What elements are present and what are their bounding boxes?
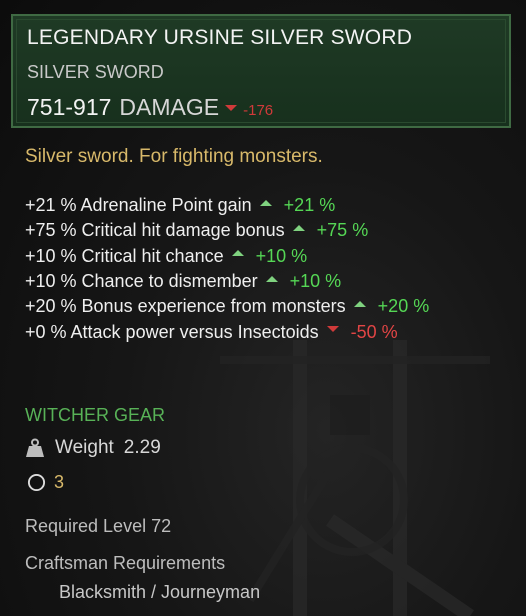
item-name: LEGENDARY URSINE SILVER SWORD xyxy=(27,26,413,49)
stat-row: +21 % Adrenaline Point gain +21 % xyxy=(25,193,429,218)
item-header: LEGENDARY URSINE SILVER SWORD SILVER SWO… xyxy=(11,14,511,128)
triangle-down-icon xyxy=(225,105,238,111)
damage-value: 751-917 xyxy=(27,94,112,120)
triangle-up-icon xyxy=(231,250,244,257)
damage-label: DAMAGE xyxy=(119,94,220,120)
slots-value: 3 xyxy=(54,472,65,492)
stat-diff: +21 % xyxy=(283,195,336,216)
stat-row: +10 % Critical hit chance +10 % xyxy=(25,244,429,269)
weight-icon xyxy=(26,438,44,457)
craftsman-requirements-value: Blacksmith / Journeyman xyxy=(59,582,261,602)
triangle-up-icon xyxy=(353,300,366,307)
required-level: Required Level 72 xyxy=(25,516,172,536)
stat-diff: +10 % xyxy=(255,245,308,266)
item-tooltip: LEGENDARY URSINE SILVER SWORD SILVER SWO… xyxy=(0,0,526,616)
weight-row: Weight 2.29 xyxy=(25,437,161,459)
damage-diff: -176 xyxy=(243,102,274,119)
weight-label: Weight xyxy=(55,437,114,458)
stat-text: +10 % Critical hit chance xyxy=(25,245,224,266)
item-type: SILVER SWORD xyxy=(27,62,164,82)
stat-diff: +10 % xyxy=(289,271,342,292)
craftsman-requirements-title: Craftsman Requirements xyxy=(25,553,226,573)
stat-diff: -50 % xyxy=(350,321,398,342)
stat-diff: +75 % xyxy=(316,220,369,241)
slot-ring-icon xyxy=(27,473,46,492)
stat-row: +20 % Bonus experience from monsters +20… xyxy=(25,294,429,319)
triangle-down-icon xyxy=(326,326,339,333)
stat-text: +10 % Chance to dismember xyxy=(25,271,258,292)
triangle-up-icon xyxy=(265,275,278,282)
stat-text: +0 % Attack power versus Insectoids xyxy=(25,321,319,342)
stat-text: +75 % Critical hit damage bonus xyxy=(25,220,285,241)
gear-category-label: WITCHER GEAR xyxy=(25,405,166,425)
stat-list: +21 % Adrenaline Point gain +21 % +75 % … xyxy=(25,193,429,345)
stat-row: +75 % Critical hit damage bonus +75 % xyxy=(25,218,429,243)
stat-row: +0 % Attack power versus Insectoids -50 … xyxy=(25,319,429,344)
triangle-up-icon xyxy=(292,224,305,231)
item-description: Silver sword. For fighting monsters. xyxy=(25,146,323,167)
stat-text: +20 % Bonus experience from monsters xyxy=(25,296,346,317)
stat-text: +21 % Adrenaline Point gain xyxy=(25,195,252,216)
triangle-up-icon xyxy=(259,199,272,206)
slots-row: 3 xyxy=(27,472,64,493)
weight-value: 2.29 xyxy=(123,437,161,458)
stat-row: +10 % Chance to dismember +10 % xyxy=(25,269,429,294)
stat-diff: +20 % xyxy=(377,296,430,317)
damage-row: 751-917 DAMAGE -176 xyxy=(27,94,273,121)
